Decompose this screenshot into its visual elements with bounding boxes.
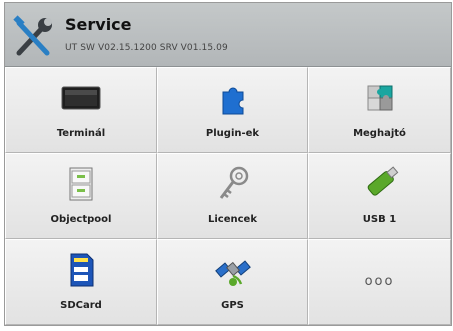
plugins-button[interactable]: Plugin-ek xyxy=(157,67,308,153)
tile-label: USB 1 xyxy=(362,214,397,225)
usb-stick-icon xyxy=(367,166,398,196)
tile-label: Terminál xyxy=(56,128,106,139)
tile-label: Meghajtó xyxy=(353,128,406,139)
page-title: Service xyxy=(65,15,132,34)
service-window: Service UT SW V02.15.1200 SRV V01.15.09 … xyxy=(4,2,452,326)
licenses-button[interactable]: Licencek xyxy=(157,153,308,239)
sdcard-button[interactable]: SDCard xyxy=(5,239,157,325)
drivers-button[interactable]: Meghajtó xyxy=(308,67,451,153)
usb1-button[interactable]: USB 1 xyxy=(308,153,451,239)
sd-card-icon xyxy=(70,253,94,287)
more-icon: ooo xyxy=(364,274,395,289)
tile-label: SDCard xyxy=(60,300,102,311)
more-button[interactable]: ooo xyxy=(308,239,451,325)
tile-label: Objectpool xyxy=(50,214,112,225)
terminal-button[interactable]: Terminál xyxy=(5,67,157,153)
tile-label: Plugin-ek xyxy=(205,128,260,139)
header-bar: Service UT SW V02.15.1200 SRV V01.15.09 xyxy=(5,3,451,67)
objectpool-button[interactable]: Objectpool xyxy=(5,153,157,239)
key-icon xyxy=(219,166,248,199)
gps-button[interactable]: GPS xyxy=(157,239,308,325)
satellite-icon xyxy=(214,260,251,286)
puzzle-drivers-icon xyxy=(367,85,392,111)
puzzle-piece-icon xyxy=(222,87,243,115)
tile-label: GPS xyxy=(221,300,244,311)
tile-label: Licencek xyxy=(208,214,257,225)
version-text: UT SW V02.15.1200 SRV V01.15.09 xyxy=(65,43,228,53)
monitor-icon xyxy=(61,86,101,110)
file-cabinet-icon xyxy=(69,167,93,201)
tools-icon xyxy=(13,15,52,56)
service-menu-grid: Terminál Plugin-ek Meghajtó Objectpool L… xyxy=(5,67,451,325)
